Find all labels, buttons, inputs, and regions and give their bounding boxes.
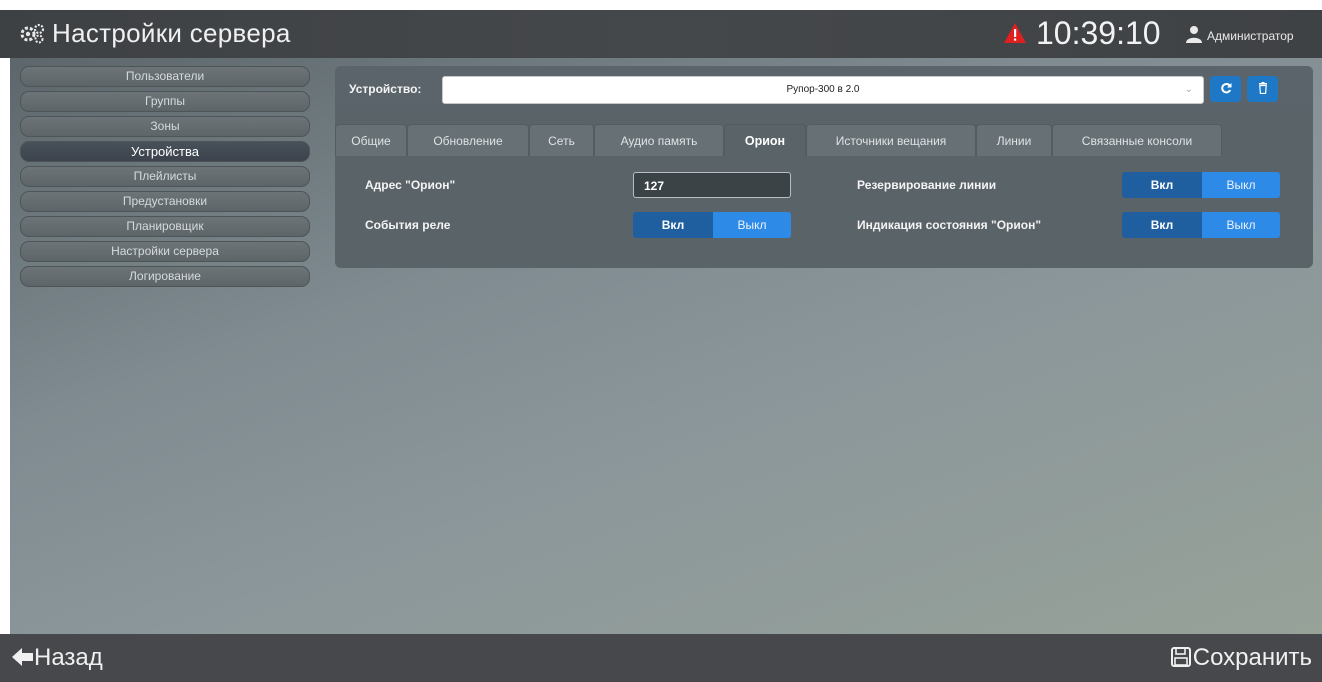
sidebar-item-server-settings[interactable]: Настройки сервера (20, 241, 310, 262)
sidebar-item-groups[interactable]: Группы (20, 91, 310, 112)
tab-network[interactable]: Сеть (529, 124, 594, 156)
user-name[interactable]: Администратор (1207, 29, 1294, 43)
orion-address-input[interactable]: 127 (633, 172, 791, 198)
app-header: Настройки сервера 10:39:10 Администратор (0, 10, 1322, 58)
clock: 10:39:10 (1036, 15, 1161, 51)
tab-audio-memory[interactable]: Аудио память (594, 124, 724, 156)
tab-lines[interactable]: Линии (976, 124, 1052, 156)
device-panel: Устройство: Рупор-300 в 2.0 ⌄ Общие Обно… (335, 66, 1313, 268)
device-bar: Устройство: Рупор-300 в 2.0 ⌄ (335, 66, 1313, 110)
trash-icon (1258, 82, 1267, 95)
page-title: Настройки сервера (52, 18, 291, 48)
sidebar-item-presets[interactable]: Предустановки (20, 191, 310, 212)
device-select-value: Рупор-300 в 2.0 (786, 84, 860, 95)
sidebar-item-logging[interactable]: Логирование (20, 266, 310, 287)
back-label: Назад (34, 644, 103, 671)
line-reservation-off-button[interactable]: Выкл (1202, 172, 1280, 198)
arrow-left-icon (12, 648, 33, 666)
sidebar: Пользователи Группы Зоны Устройства Плей… (20, 66, 310, 291)
relay-events-toggle: Вкл Выкл (633, 212, 791, 238)
chevron-down-icon: ⌄ (1184, 84, 1193, 95)
device-label: Устройство: (349, 82, 422, 96)
line-reservation-toggle: Вкл Выкл (1122, 172, 1280, 198)
relay-events-on-button[interactable]: Вкл (633, 212, 713, 238)
device-select[interactable]: Рупор-300 в 2.0 ⌄ (442, 76, 1204, 104)
top-strip (0, 0, 1322, 10)
sidebar-item-zones[interactable]: Зоны (20, 116, 310, 137)
back-button[interactable]: Назад (12, 644, 103, 672)
delete-button[interactable] (1247, 76, 1278, 102)
orion-indication-label: Индикация состояния "Орион" (857, 218, 1042, 232)
save-label: Сохранить (1192, 644, 1312, 671)
sidebar-item-users[interactable]: Пользователи (20, 66, 310, 87)
line-reservation-label: Резервирование линии (857, 178, 997, 192)
orion-address-label: Адрес "Орион" (365, 178, 456, 192)
tab-broadcast-sources[interactable]: Источники вещания (806, 124, 976, 156)
settings-gears-icon (20, 23, 45, 44)
orion-indication-off-button[interactable]: Выкл (1202, 212, 1280, 238)
save-button[interactable]: Сохранить (1170, 644, 1312, 672)
orion-indication-toggle: Вкл Выкл (1122, 212, 1280, 238)
relay-events-off-button[interactable]: Выкл (713, 212, 791, 238)
footer-bar: Назад Сохранить (0, 634, 1322, 682)
sidebar-item-devices[interactable]: Устройства (20, 141, 310, 162)
tab-general[interactable]: Общие (335, 124, 407, 156)
orion-settings: Адрес "Орион" 127 События реле Вкл Выкл … (335, 156, 1313, 268)
tab-linked-consoles[interactable]: Связанные консоли (1052, 124, 1222, 156)
refresh-icon (1220, 83, 1231, 94)
user-icon (1186, 26, 1202, 43)
line-reservation-on-button[interactable]: Вкл (1122, 172, 1202, 198)
tab-orion[interactable]: Орион (724, 124, 806, 156)
floppy-disk-icon (1170, 647, 1191, 667)
main-area: Пользователи Группы Зоны Устройства Плей… (10, 58, 1322, 634)
refresh-button[interactable] (1210, 76, 1241, 102)
sidebar-item-playlists[interactable]: Плейлисты (20, 166, 310, 187)
sidebar-item-scheduler[interactable]: Планировщик (20, 216, 310, 237)
orion-indication-on-button[interactable]: Вкл (1122, 212, 1202, 238)
tab-update[interactable]: Обновление (407, 124, 529, 156)
alert-warning-icon[interactable] (1003, 22, 1027, 44)
relay-events-label: События реле (365, 218, 451, 232)
